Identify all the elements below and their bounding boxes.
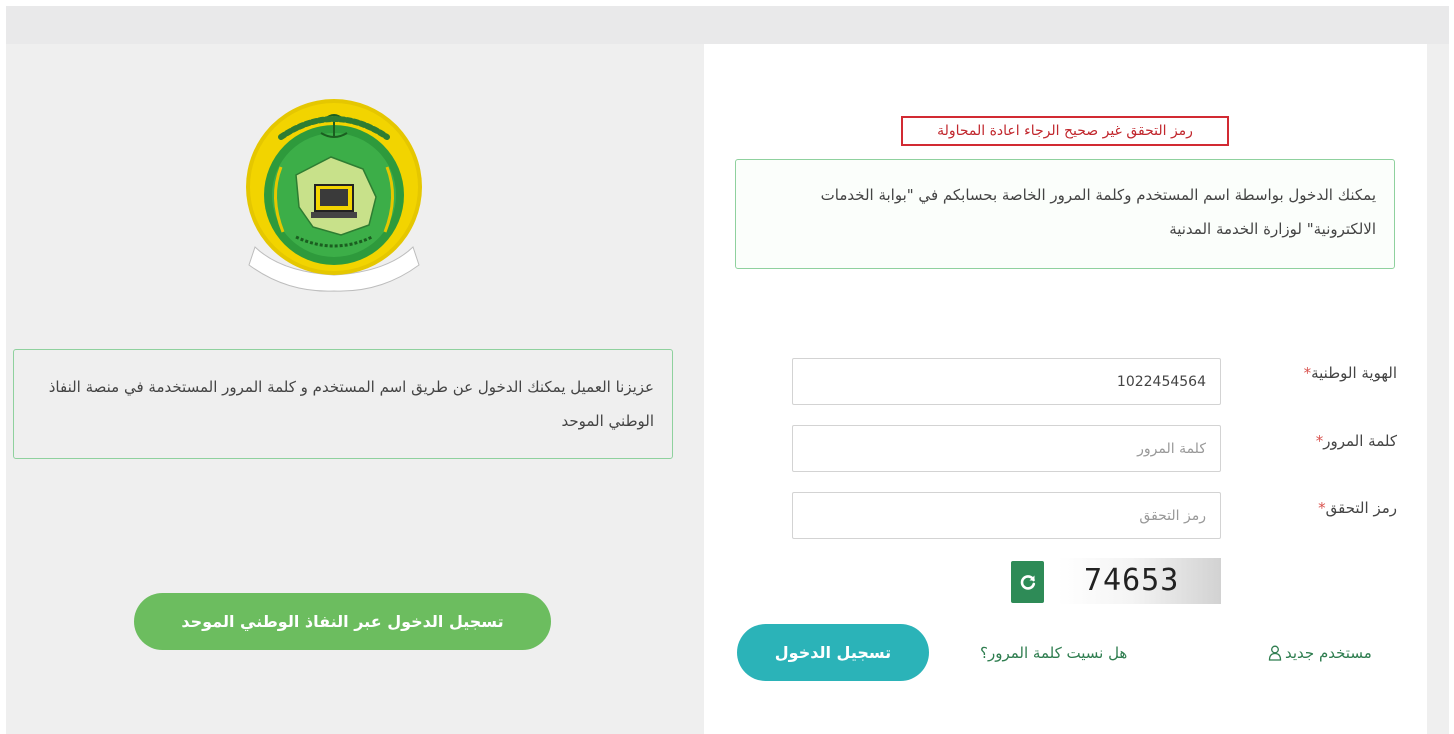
refresh-icon <box>1020 575 1035 590</box>
captcha-label: رمز التحقق* <box>1318 499 1397 517</box>
forgot-password-link[interactable]: هل نسيت كلمة المرور؟ <box>980 644 1127 662</box>
national-id-label: الهوية الوطنية* <box>1303 364 1397 382</box>
new-user-link[interactable]: مستخدم جديد <box>1268 644 1372 662</box>
password-label: كلمة المرور* <box>1315 432 1397 450</box>
national-id-input[interactable] <box>792 358 1221 405</box>
nafath-info-text: عزيزنا العميل يمكنك الدخول عن طريق اسم ا… <box>48 378 654 430</box>
portal-info-text: يمكنك الدخول بواسطة اسم المستخدم وكلمة ا… <box>820 186 1376 238</box>
new-user-label: مستخدم جديد <box>1285 644 1372 662</box>
nafath-info-box: عزيزنا العميل يمكنك الدخول عن طريق اسم ا… <box>13 349 673 459</box>
captcha-refresh-button[interactable] <box>1011 561 1044 603</box>
password-input[interactable] <box>792 425 1221 472</box>
emblem-logo <box>241 97 427 293</box>
nafath-login-button[interactable]: تسجيل الدخول عبر النفاذ الوطني الموحد <box>134 593 551 650</box>
portal-info-box: يمكنك الدخول بواسطة اسم المستخدم وكلمة ا… <box>735 159 1395 269</box>
top-bar <box>6 6 1449 44</box>
required-mark: * <box>1303 364 1312 382</box>
national-information-center-logo <box>246 99 422 292</box>
captcha-error-message: رمز التحقق غير صحيح الرجاء اعادة المحاول… <box>901 116 1229 146</box>
captcha-image: 74653 <box>1058 558 1221 604</box>
login-button[interactable]: تسجيل الدخول <box>737 624 929 681</box>
required-mark: * <box>1318 499 1326 517</box>
captcha-input[interactable] <box>792 492 1221 539</box>
user-icon <box>1268 645 1282 661</box>
right-gutter <box>1427 44 1449 734</box>
